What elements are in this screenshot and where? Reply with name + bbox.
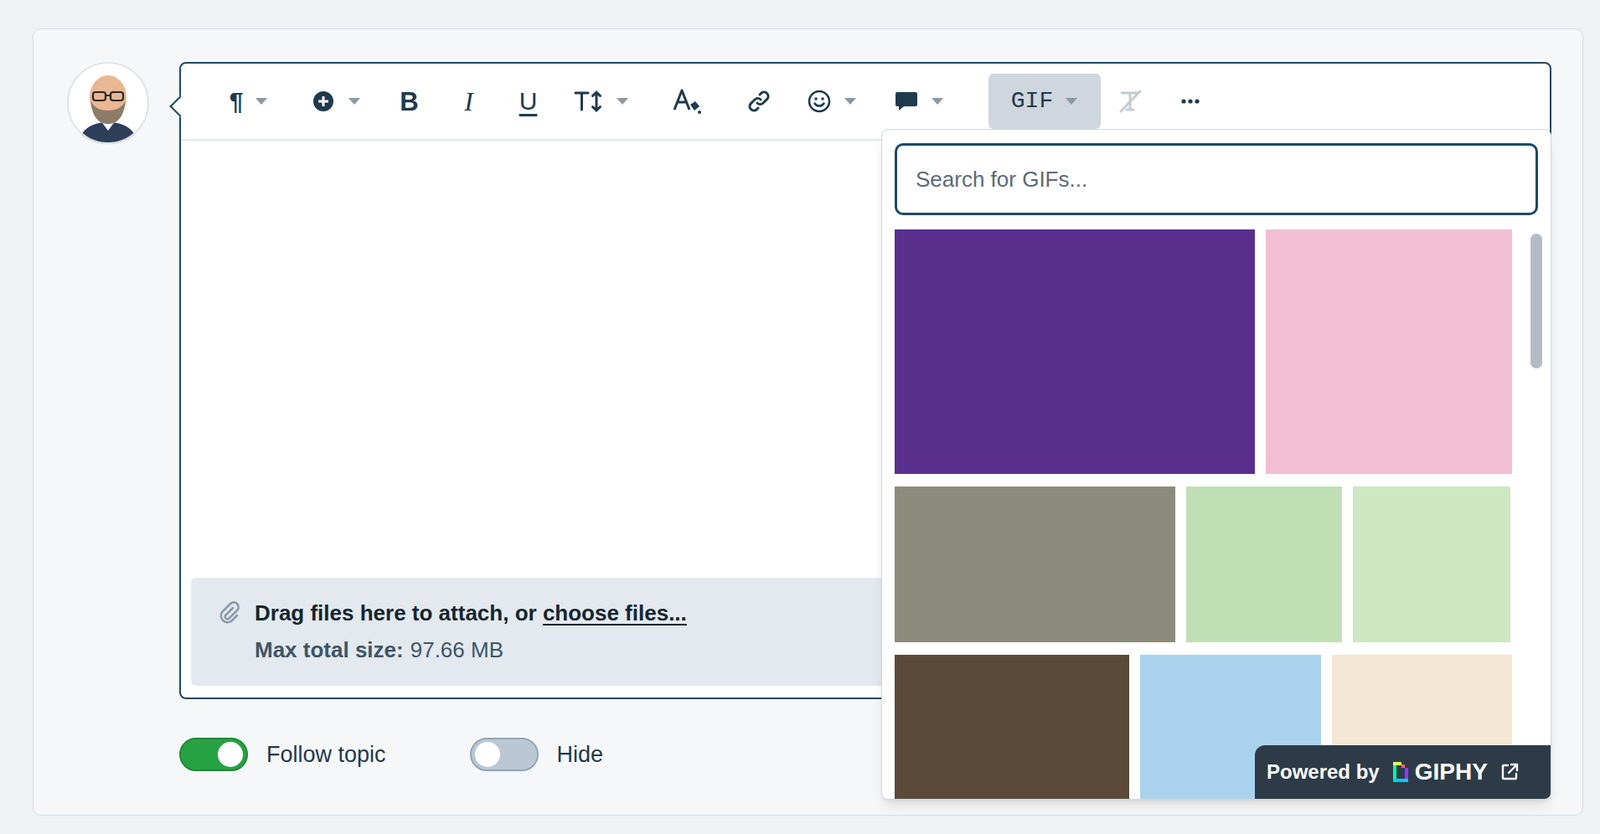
toolbar-button[interactable]: [1100, 73, 1161, 130]
gif-row: [894, 486, 1513, 643]
toolbar-button[interactable]: ¶: [205, 73, 293, 130]
scrollbar-thumb[interactable]: [1530, 233, 1543, 369]
caret-icon: [843, 97, 857, 106]
giphy-brand: GIPHY: [1414, 754, 1488, 790]
external-link-icon: [1499, 762, 1520, 783]
toolbar-label: B: [399, 88, 419, 115]
toolbar-label: ¶: [229, 88, 244, 114]
option-label: Hide: [557, 740, 604, 770]
choose-files-link[interactable]: choose files...: [542, 600, 687, 626]
option-label: Follow topic: [266, 740, 387, 770]
toggle-switch[interactable]: [469, 738, 539, 772]
text-size-icon: [573, 88, 604, 114]
hint-text: Drag files here to attach, or: [254, 600, 543, 626]
gif-result[interactable]: [894, 229, 1255, 475]
emoji-icon: [806, 88, 832, 114]
caret-icon: [930, 97, 945, 106]
max-size: Max total size:97.66 MB: [254, 636, 687, 664]
gif-row: [894, 229, 1513, 475]
gif-result[interactable]: [894, 486, 1176, 643]
gif-result[interactable]: [1352, 486, 1511, 643]
gif-search-input[interactable]: [894, 143, 1539, 216]
quote-bubble-icon: [893, 88, 919, 114]
attachment-hint: Drag files here to attach, or choose fil…: [254, 599, 687, 627]
giphy-logo-icon: [1391, 760, 1410, 785]
toolbar-button[interactable]: [557, 73, 646, 130]
toolbar-label: U: [519, 88, 538, 114]
toolbar-button[interactable]: GIF: [988, 73, 1101, 130]
gif-result[interactable]: [1265, 229, 1513, 475]
toolbar-label: GIF: [1011, 89, 1053, 114]
toolbar-label: I: [464, 87, 474, 115]
caret-icon: [615, 97, 630, 106]
giphy-logo: GIPHY: [1391, 754, 1488, 790]
gif-result[interactable]: [894, 655, 1130, 800]
more-icon: [1177, 88, 1203, 114]
toggle-switch[interactable]: [179, 738, 248, 772]
gif-result[interactable]: [1186, 486, 1342, 643]
toolbar-button[interactable]: [875, 73, 963, 130]
toolbar-button[interactable]: [788, 73, 876, 130]
editor: ¶ B I U GIF Drag files here to attach, or cho…: [179, 61, 1552, 700]
max-size-label: Max total size:: [254, 636, 404, 664]
caret-icon: [1064, 97, 1079, 106]
toolbar-button[interactable]: B: [379, 73, 439, 130]
toolbar-button[interactable]: [1160, 73, 1220, 130]
caret-icon: [254, 97, 269, 106]
toolbar-button[interactable]: U: [498, 73, 558, 130]
text-color-icon: [671, 87, 702, 115]
option[interactable]: Follow topic: [179, 738, 387, 772]
toolbar-button[interactable]: I: [438, 73, 499, 130]
attachment-text: Drag files here to attach, or choose fil…: [254, 599, 687, 664]
avatar-icon: [67, 61, 150, 145]
scrollbar-track[interactable]: [1530, 233, 1544, 797]
toolbar-button[interactable]: [292, 73, 380, 130]
clear-formatting-icon: [1117, 88, 1145, 114]
caret-icon: [347, 97, 362, 106]
option[interactable]: Hide: [469, 738, 604, 772]
toggle-knob: [474, 742, 501, 768]
paperclip-icon: [216, 600, 242, 626]
reply-card: ¶ B I U GIF Drag files here to attach, or cho…: [32, 28, 1584, 816]
gif-grid: [894, 229, 1513, 800]
toggle-knob: [217, 742, 243, 768]
gif-results-area: [894, 229, 1551, 800]
max-size-value: 97.66 MB: [410, 636, 504, 664]
reply-column: ¶ B I U GIF Drag files here to attach, or cho…: [179, 61, 1552, 772]
editor-pointer: [169, 95, 191, 117]
powered-by-text: Powered by: [1266, 757, 1380, 788]
insert-icon: [310, 88, 336, 114]
giphy-attribution[interactable]: Powered by GIPHY: [1254, 745, 1551, 800]
link-icon: [745, 88, 773, 114]
toolbar-button[interactable]: [645, 73, 729, 130]
gif-picker: Powered by GIPHY: [881, 129, 1552, 800]
toolbar-button[interactable]: [728, 73, 789, 130]
